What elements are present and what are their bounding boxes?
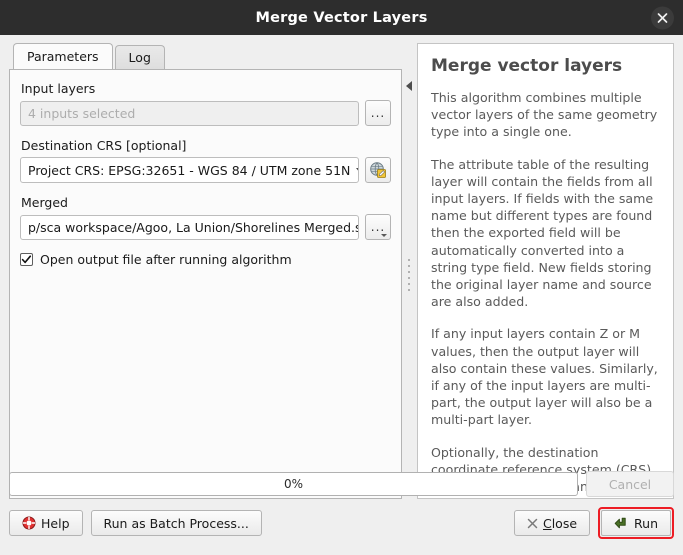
titlebar: Merge Vector Layers [0,0,683,35]
cancel-button-label: Cancel [608,476,652,492]
help-paragraph: The attribute table of the resulting lay… [431,156,654,310]
run-as-batch-label: Run as Batch Process... [103,515,249,531]
tab-parameters[interactable]: Parameters [13,43,113,69]
input-layers-browse-button[interactable]: ... [365,100,391,126]
progress-label: 0% [283,477,304,491]
help-button-label: Help [41,515,70,531]
merged-browse-button[interactable]: ... [365,214,391,240]
open-output-row[interactable]: Open output file after running algorithm [20,252,391,267]
merged-label: Merged [21,195,68,210]
progress-row: 0% Cancel [9,471,674,497]
destination-crs-row: Project CRS: EPSG:32651 - WGS 84 / UTM z… [20,157,391,183]
close-button-label: Close [543,516,577,531]
tab-log-label: Log [128,50,151,65]
input-layers-placeholder: 4 inputs selected [28,105,136,121]
dialog-footer: 0% Cancel Help Run as Batch Process... C… [0,467,683,555]
close-button-mnemonic: C [542,515,552,531]
help-button[interactable]: Help [9,510,83,536]
pane-splitter[interactable] [403,43,415,499]
collapse-left-icon[interactable] [406,81,412,91]
merged-browse-label: ... [370,220,386,234]
splitter-grip-icon[interactable] [408,259,410,293]
window-title: Merge Vector Layers [255,9,428,26]
lifebuoy-icon [22,516,36,530]
input-layers-label: Input layers [21,81,96,96]
close-button-label-rest: lose [551,515,578,531]
run-button-highlight: Run [598,507,674,539]
merged-output-value: p/sca workspace/Agoo, La Union/Shoreline… [28,219,359,235]
progress-bar: 0% [9,472,578,496]
crs-globe-icon [370,162,386,178]
destination-crs-picker-button[interactable] [365,157,391,183]
run-button-label: Run [634,515,658,531]
run-button[interactable]: Run [601,510,671,536]
open-output-checkbox[interactable] [20,253,33,266]
tab-log[interactable]: Log [114,45,165,69]
chevron-down-icon [356,167,358,173]
merge-vector-layers-dialog: Merge Vector Layers Parameters Log Input… [0,0,683,555]
close-icon [657,12,668,23]
dialog-body: Parameters Log Input layers 4 inputs sel… [0,35,683,499]
help-paragraph: If any input layers contain Z or M value… [431,326,658,428]
destination-crs-combo[interactable]: Project CRS: EPSG:32651 - WGS 84 / UTM z… [20,157,359,183]
checkmark-icon [21,255,32,264]
input-layers-field[interactable]: 4 inputs selected [20,100,359,126]
run-as-batch-button[interactable]: Run as Batch Process... [90,510,262,536]
parameters-pane: Parameters Log Input layers 4 inputs sel… [9,43,402,499]
tab-parameters-label: Parameters [27,49,99,64]
parameters-panel: Input layers 4 inputs selected ... Desti… [9,69,402,499]
destination-crs-label: Destination CRS [optional] [21,138,187,153]
merged-row: p/sca workspace/Agoo, La Union/Shoreline… [20,214,391,240]
close-button[interactable]: Close [513,510,591,536]
merged-output-field[interactable]: p/sca workspace/Agoo, La Union/Shoreline… [20,214,359,240]
footer-button-row: Help Run as Batch Process... Close Run [9,507,674,539]
cancel-button: Cancel [586,471,674,497]
destination-crs-value: Project CRS: EPSG:32651 - WGS 84 / UTM z… [28,162,351,178]
help-title: Merge vector layers [431,56,623,76]
input-layers-row: 4 inputs selected ... [20,100,391,126]
run-arrow-icon [614,517,626,529]
help-pane: Merge vector layers This algorithm combi… [417,43,674,499]
window-close-button[interactable] [651,6,674,29]
tab-bar: Parameters Log [9,43,402,69]
help-paragraph: This algorithm combines multiple vector … [431,90,658,140]
close-x-icon [527,518,538,528]
input-layers-browse-label: ... [370,106,386,120]
chevron-down-icon [381,234,387,237]
open-output-label: Open output file after running algorithm [40,252,292,267]
